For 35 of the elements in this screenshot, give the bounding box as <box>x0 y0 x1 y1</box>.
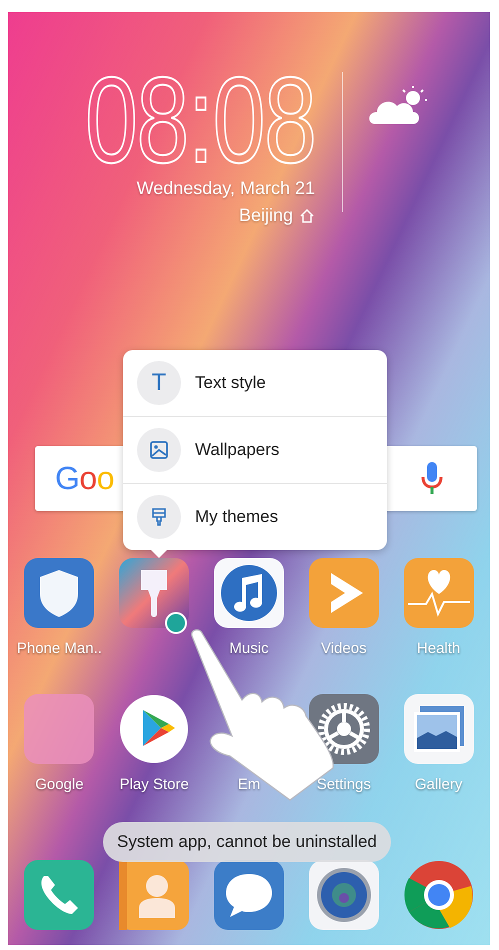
app-label: Settings <box>316 776 371 793</box>
location-label: Beijing <box>238 205 293 226</box>
clock-date: Wednesday, March 21 <box>136 178 315 199</box>
app-label: Gallery <box>414 776 462 793</box>
app-label: Play Store <box>120 776 189 793</box>
phone-icon[interactable] <box>24 860 94 930</box>
play-store-icon[interactable] <box>119 694 190 764</box>
search-logo: Goo <box>55 460 114 497</box>
clock-time: 08:08 <box>84 70 315 170</box>
toast-message: System app, cannot be uninstalled <box>103 822 391 862</box>
shield-icon[interactable] <box>24 558 94 628</box>
home-icon <box>299 208 315 224</box>
chrome-icon[interactable] <box>404 860 474 930</box>
app-label: Music <box>229 640 269 657</box>
menu-item[interactable]: My themes <box>123 484 387 550</box>
brush-icon <box>137 495 181 539</box>
text-style-icon: T <box>137 361 181 405</box>
music-note-icon[interactable] <box>214 558 284 628</box>
menu-item-label: My themes <box>195 507 278 527</box>
app-label: Phone Man.. <box>16 640 102 657</box>
play-icon[interactable] <box>308 558 379 628</box>
app-label: Google <box>35 776 84 793</box>
menu-item-label: Text style <box>195 373 266 393</box>
microphone-icon[interactable] <box>421 462 443 496</box>
menu-item[interactable]: Wallpapers <box>123 417 387 484</box>
menu-item[interactable]: T Text style <box>123 350 387 417</box>
chat-bubble-icon[interactable] <box>214 860 284 930</box>
menu-item-label: Wallpapers <box>195 440 280 460</box>
gallery-icon[interactable] <box>404 694 474 764</box>
image-icon <box>137 428 181 472</box>
app-label: Health <box>416 640 460 657</box>
app-label: Em <box>238 776 260 793</box>
app-label: Videos <box>320 640 367 657</box>
brush-icon[interactable] <box>119 558 190 628</box>
camera-lens-icon[interactable] <box>308 860 379 930</box>
